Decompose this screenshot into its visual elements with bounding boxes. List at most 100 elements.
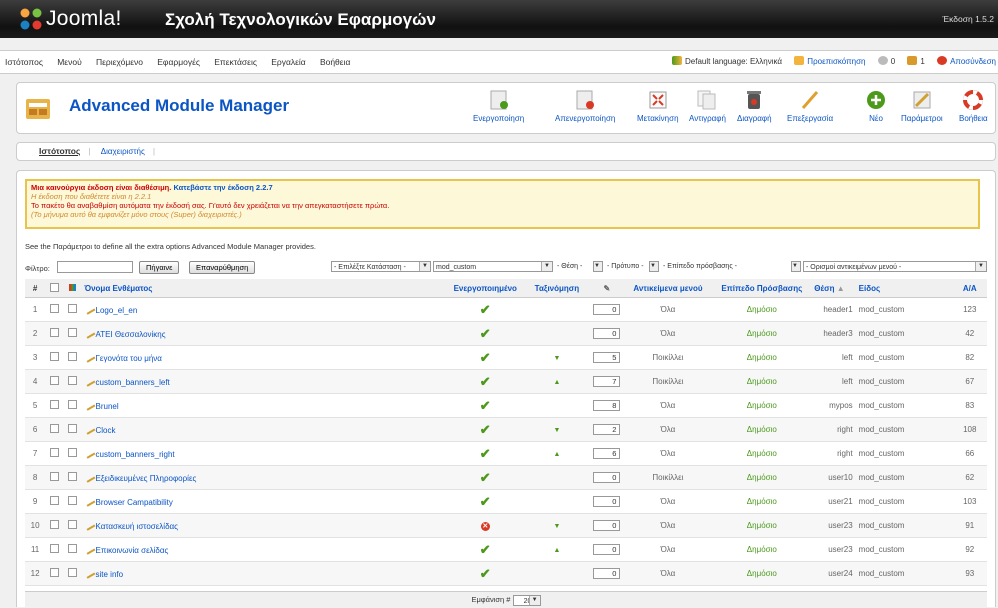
- row-access[interactable]: Δημόσιο: [712, 417, 812, 442]
- position-select-arrow[interactable]: ▼: [593, 261, 603, 272]
- row-select-cell[interactable]: [45, 417, 64, 442]
- enabled-check-icon[interactable]: ✔: [480, 494, 491, 509]
- row-access[interactable]: Δημόσιο: [712, 321, 812, 346]
- menu-items-select[interactable]: - Ορισμοί αντικειμένων μενού - ▼: [803, 261, 987, 272]
- row-checkbox[interactable]: [49, 424, 59, 433]
- module-name-link[interactable]: ATEI Θεσσαλονίκης: [96, 330, 166, 339]
- row-access[interactable]: Δημόσιο: [712, 489, 812, 514]
- module-name-link[interactable]: Κατασκευή ιστοσελίδας: [96, 522, 179, 531]
- unpublish-button[interactable]: Απενεργοποίηση: [555, 89, 615, 123]
- order-input[interactable]: 0: [593, 544, 621, 555]
- enabled-check-icon[interactable]: ✔: [480, 374, 491, 389]
- module-name-link[interactable]: Logo_el_en: [96, 306, 138, 315]
- enabled-check-icon[interactable]: ✔: [480, 326, 491, 341]
- col-name[interactable]: Όνομα Ενθέματος: [81, 279, 447, 298]
- row-enabled-cell[interactable]: ✔: [446, 441, 524, 466]
- enabled-check-icon[interactable]: ✔: [480, 446, 491, 461]
- col-checkall[interactable]: [45, 279, 64, 298]
- row-enabled-cell[interactable]: ✔: [446, 489, 524, 514]
- row-order-cell[interactable]: 0: [590, 513, 624, 538]
- publish-button[interactable]: Ενεργοποίηση: [473, 89, 524, 123]
- row-enabled-cell[interactable]: ✔: [446, 393, 524, 418]
- row-checkbox[interactable]: [49, 448, 59, 457]
- module-name-link[interactable]: Browser Campatibility: [96, 498, 173, 507]
- submenu-site[interactable]: Ιστότοπος: [31, 143, 88, 160]
- row-select-cell[interactable]: [45, 321, 64, 346]
- disabled-x-icon[interactable]: ✕: [480, 521, 490, 531]
- row-select-cell[interactable]: [45, 537, 64, 562]
- filter-input[interactable]: [57, 261, 133, 273]
- row-enabled-cell[interactable]: ✔: [446, 561, 524, 586]
- new-button[interactable]: Νέο: [865, 89, 887, 123]
- position-select[interactable]: - Θέση -: [555, 261, 595, 272]
- row-enabled-cell[interactable]: ✔: [446, 321, 524, 346]
- module-name-link[interactable]: Επικοινωνία σελίδας: [96, 546, 169, 555]
- row-select-cell[interactable]: [45, 513, 64, 538]
- help-button[interactable]: Βοήθεια: [959, 89, 988, 123]
- move-up-icon[interactable]: ▲: [553, 451, 560, 458]
- row-access[interactable]: Δημόσιο: [712, 465, 812, 490]
- col-enabled[interactable]: Ενεργοποιημένο: [446, 279, 524, 298]
- row-select-cell[interactable]: [45, 489, 64, 514]
- module-name-link[interactable]: custom_banners_right: [96, 450, 175, 459]
- col-type[interactable]: Είδος: [855, 279, 953, 298]
- row-enabled-cell[interactable]: ✔: [446, 537, 524, 562]
- col-access[interactable]: Επίπεδο Πρόσβασης: [712, 279, 812, 298]
- row-select-cell[interactable]: [45, 441, 64, 466]
- row-checkbox[interactable]: [49, 520, 59, 529]
- row-order-cell[interactable]: 7: [590, 369, 624, 394]
- menu-tools[interactable]: Εργαλεία: [265, 51, 312, 73]
- enabled-check-icon[interactable]: ✔: [480, 422, 491, 437]
- move-down-icon[interactable]: ▼: [553, 355, 560, 362]
- row-checkbox[interactable]: [49, 568, 59, 577]
- edit-button[interactable]: Επεξεργασία: [787, 89, 833, 123]
- enabled-check-icon[interactable]: ✔: [480, 398, 491, 413]
- row-checkbox[interactable]: [49, 328, 59, 337]
- delete-button[interactable]: Διαγραφή: [737, 89, 772, 123]
- enabled-check-icon[interactable]: ✔: [480, 542, 491, 557]
- row-enabled-cell[interactable]: ✕: [446, 513, 524, 538]
- row-access[interactable]: Δημόσιο: [712, 561, 812, 586]
- access-select-arrow[interactable]: ▼: [791, 261, 801, 272]
- row-order-cell[interactable]: 0: [590, 321, 624, 346]
- row-order-cell[interactable]: 0: [590, 489, 624, 514]
- row-order-cell[interactable]: 0: [590, 465, 624, 490]
- move-up-icon[interactable]: ▲: [553, 547, 560, 554]
- order-input[interactable]: 0: [593, 304, 621, 315]
- menu-extensions[interactable]: Επεκτάσεις: [208, 51, 263, 73]
- row-access[interactable]: Δημόσιο: [712, 513, 812, 538]
- save-order-icon[interactable]: ✎: [604, 284, 611, 293]
- enabled-check-icon[interactable]: ✔: [480, 350, 491, 365]
- preview-link[interactable]: Προεπισκόπηση: [807, 57, 865, 66]
- enabled-check-icon[interactable]: ✔: [480, 302, 491, 317]
- menu-components[interactable]: Εφαρμογές: [151, 51, 206, 73]
- enabled-check-icon[interactable]: ✔: [480, 470, 491, 485]
- module-name-link[interactable]: Clock: [96, 426, 116, 435]
- menu-help[interactable]: Βοήθεια: [314, 51, 356, 73]
- row-checkbox[interactable]: [49, 400, 59, 409]
- col-save-order[interactable]: ✎: [590, 279, 624, 298]
- order-input[interactable]: 5: [593, 352, 621, 363]
- order-input[interactable]: 0: [593, 496, 621, 507]
- order-input[interactable]: 0: [593, 568, 621, 579]
- menu-content[interactable]: Περιεχόμενο: [90, 51, 149, 73]
- row-order-cell[interactable]: 2: [590, 417, 624, 442]
- order-input[interactable]: 8: [593, 400, 621, 411]
- order-input[interactable]: 2: [593, 424, 621, 435]
- type-select[interactable]: mod_custom ▼: [433, 261, 553, 272]
- access-select[interactable]: - Επίπεδο πρόσβασης -: [661, 261, 789, 272]
- row-checkbox[interactable]: [49, 352, 59, 361]
- col-order[interactable]: Ταξινόμηση: [523, 279, 591, 298]
- messages-count[interactable]: 0: [891, 57, 895, 66]
- order-input[interactable]: 0: [593, 520, 621, 531]
- row-select-cell[interactable]: [45, 465, 64, 490]
- module-name-link[interactable]: Brunel: [96, 402, 119, 411]
- module-name-link[interactable]: custom_banners_left: [96, 378, 170, 387]
- select-all-checkbox[interactable]: [49, 282, 59, 292]
- notice-download-link[interactable]: Κατεβάστε την έκδοση 2.2.7: [173, 183, 272, 192]
- row-access[interactable]: Δημόσιο: [712, 297, 812, 322]
- move-down-icon[interactable]: ▼: [553, 427, 560, 434]
- row-order-cell[interactable]: 0: [590, 297, 624, 322]
- module-name-link[interactable]: site info: [96, 570, 124, 579]
- row-access[interactable]: Δημόσιο: [712, 441, 812, 466]
